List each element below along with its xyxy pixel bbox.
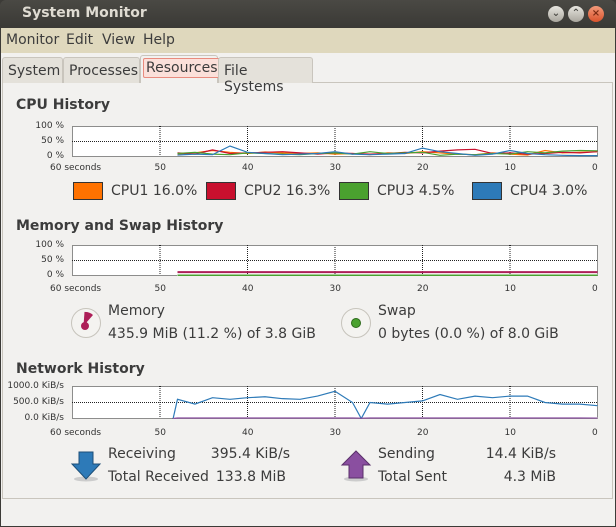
cpu4-legend: CPU4 3.0% <box>510 183 588 199</box>
tab-label: System <box>8 63 61 79</box>
x-tick-label: 50 <box>154 284 166 294</box>
x-tick-label: 10 <box>504 428 516 438</box>
total-sent-label: Total Sent <box>378 469 448 485</box>
total-sent-value: 4.3 MiB <box>503 469 556 485</box>
memory-value: 435.9 MiB (11.2 %) of 3.8 GiB <box>108 326 316 342</box>
tab-resources[interactable]: Resources <box>140 55 221 83</box>
x-tick-label: 30 <box>329 163 341 173</box>
total-received-value: 133.8 MiB <box>215 469 286 485</box>
close-button[interactable]: × <box>588 6 604 22</box>
x-tick-label: 10 <box>504 284 516 294</box>
menu-view[interactable]: View <box>102 32 135 48</box>
tab-label: Processes <box>69 63 139 79</box>
x-tick-label: 20 <box>417 428 429 438</box>
tab-label: Resources <box>143 58 221 78</box>
chart-plot <box>72 126 598 157</box>
x-tick-label: 60 seconds <box>50 428 102 438</box>
x-tick-label: 20 <box>417 284 429 294</box>
window-title: System Monitor <box>22 5 147 21</box>
x-tick-label: 40 <box>242 163 254 173</box>
sending-arrow-up-icon[interactable] <box>340 450 372 482</box>
y-tick-label: 50 % <box>41 255 64 265</box>
x-tick-label: 0 <box>592 284 598 294</box>
x-tick-label: 20 <box>417 163 429 173</box>
cpu1-legend: CPU1 16.0% <box>111 183 198 199</box>
receiving-value: 395.4 KiB/s <box>210 446 290 462</box>
maximize-button[interactable]: ⌃ <box>568 6 584 22</box>
cpu2-legend: CPU2 16.3% <box>244 183 331 199</box>
cpu2-color-swatch[interactable] <box>206 182 236 200</box>
x-tick-label: 0 <box>592 428 598 438</box>
receiving-label: Receiving <box>108 446 176 462</box>
memory-history-heading: Memory and Swap History <box>16 218 224 234</box>
x-tick-label: 10 <box>504 163 516 173</box>
menu-monitor[interactable]: Monitor <box>6 32 59 48</box>
sending-label: Sending <box>378 446 435 462</box>
cpu-history-heading: CPU History <box>16 97 110 113</box>
swap-value: 0 bytes (0.0 %) of 8.0 GiB <box>378 326 559 342</box>
tab-processes[interactable]: Processes <box>63 57 140 83</box>
chart-plot <box>72 386 598 419</box>
swap-pie-icon[interactable] <box>340 307 372 339</box>
x-tick-label: 40 <box>242 428 254 438</box>
cpu4-color-swatch[interactable] <box>472 182 502 200</box>
menu-help[interactable]: Help <box>143 32 175 48</box>
minimize-button[interactable]: ⌄ <box>548 6 564 22</box>
tab-file-systems[interactable]: File Systems <box>218 57 313 95</box>
cpu3-color-swatch[interactable] <box>339 182 369 200</box>
cpu1-color-swatch[interactable] <box>73 182 103 200</box>
sending-value: 14.4 KiB/s <box>485 446 556 462</box>
tab-system[interactable]: System <box>2 57 63 83</box>
y-tick-label: 0.0 KiB/s <box>24 413 64 423</box>
y-tick-label: 0 % <box>46 270 64 280</box>
x-tick-label: 60 seconds <box>50 163 102 173</box>
network-history-heading: Network History <box>16 361 145 377</box>
x-tick-label: 40 <box>242 284 254 294</box>
x-tick-label: 50 <box>154 163 166 173</box>
receiving-arrow-down-icon[interactable] <box>70 450 102 482</box>
memory-label: Memory <box>108 303 165 319</box>
y-tick-label: 50 % <box>41 136 64 146</box>
x-tick-label: 30 <box>329 284 341 294</box>
y-tick-label: 100 % <box>35 121 64 131</box>
x-tick-label: 60 seconds <box>50 284 102 294</box>
y-tick-label: 100 % <box>35 240 64 250</box>
menu-edit[interactable]: Edit <box>66 32 93 48</box>
tab-label: File Systems <box>224 63 284 95</box>
swap-label: Swap <box>378 303 416 319</box>
x-tick-label: 0 <box>592 163 598 173</box>
memory-pie-icon[interactable] <box>70 307 102 339</box>
x-tick-label: 30 <box>329 428 341 438</box>
cpu3-legend: CPU3 4.5% <box>377 183 455 199</box>
y-tick-label: 1000.0 KiB/s <box>7 381 64 391</box>
y-tick-label: 0 % <box>46 151 64 161</box>
y-tick-label: 500.0 KiB/s <box>13 397 64 407</box>
chart-plot <box>72 245 598 276</box>
x-tick-label: 50 <box>154 428 166 438</box>
